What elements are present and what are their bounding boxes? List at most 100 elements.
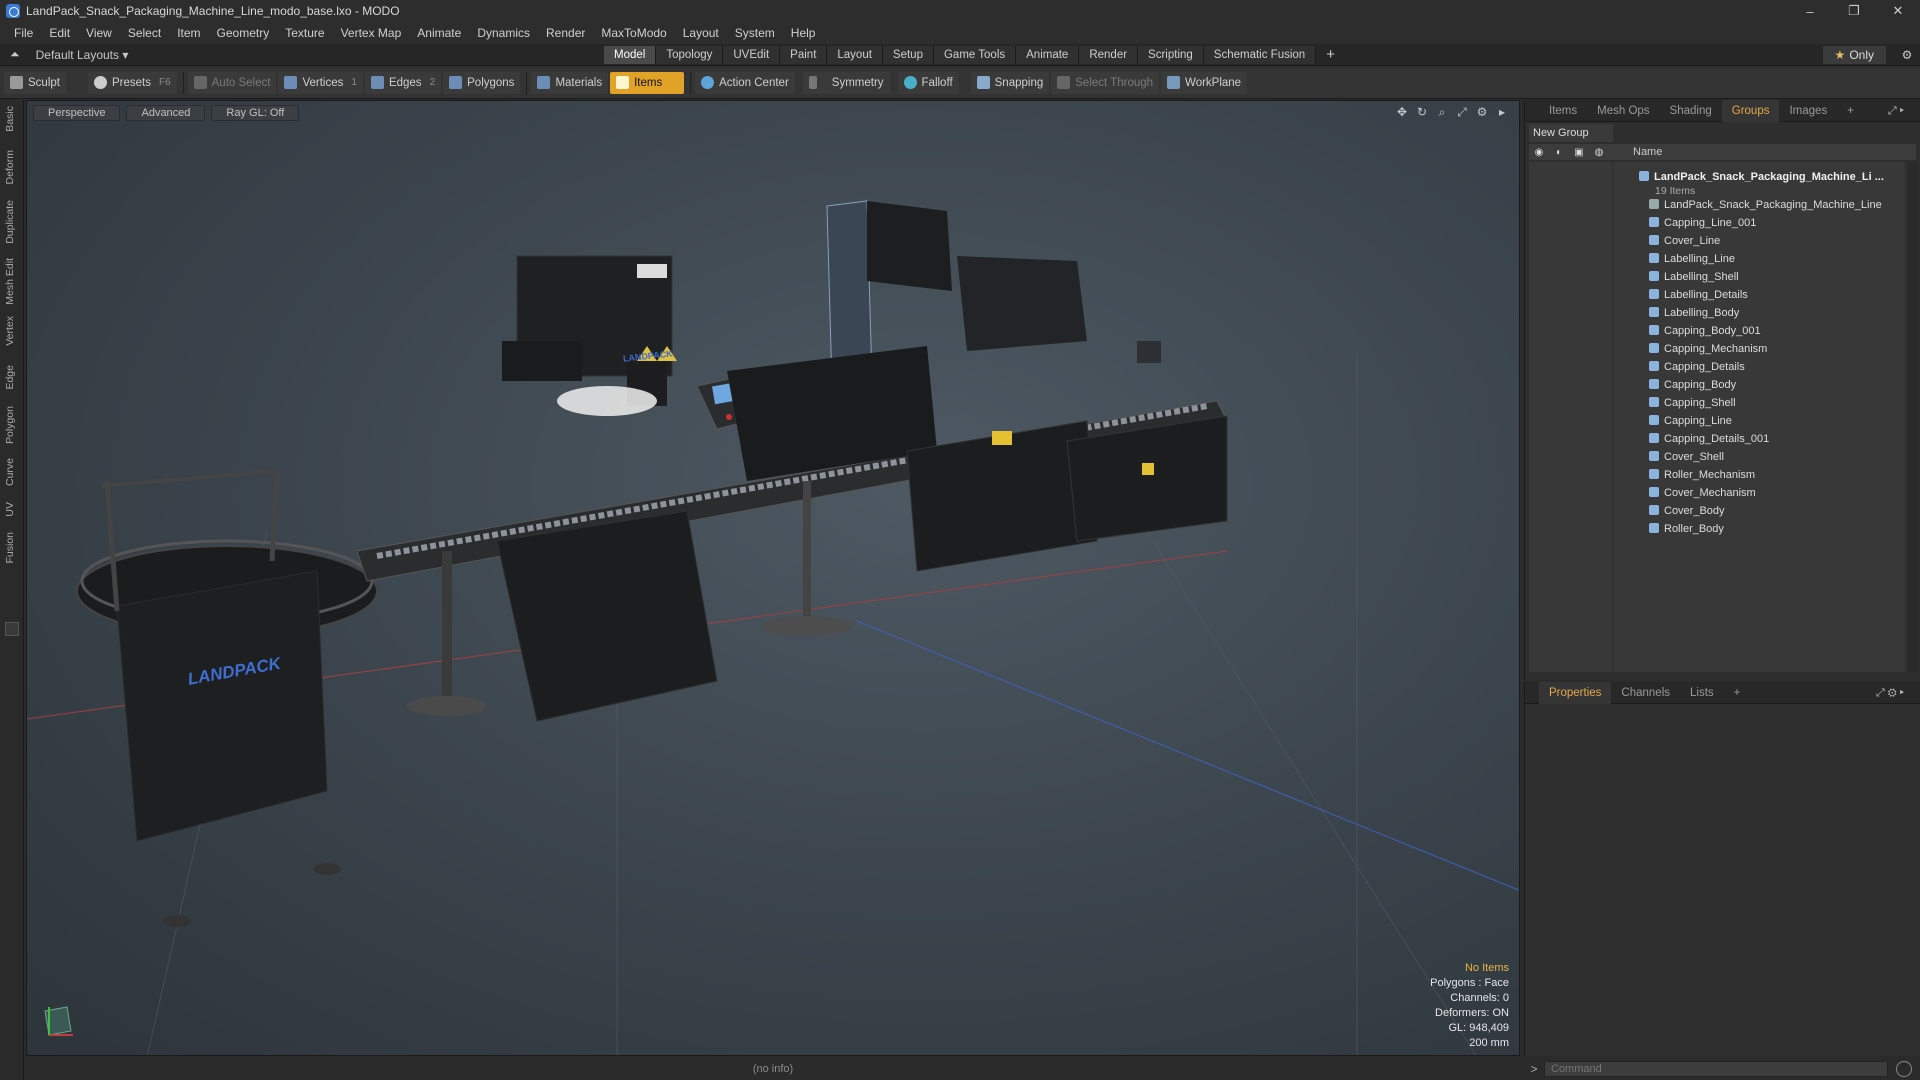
tab-render[interactable]: Render [1079, 46, 1139, 64]
tree-scrollbar[interactable] [1908, 162, 1918, 672]
snapping-button[interactable]: Snapping [970, 71, 1050, 94]
tab-animate[interactable]: Animate [1016, 46, 1080, 64]
3d-viewport[interactable]: Perspective Advanced Ray GL: Off ✥ ↻ ⌕ ⤢… [26, 100, 1520, 1056]
menu-edit[interactable]: Edit [41, 26, 78, 40]
tab-lists[interactable]: Lists [1680, 682, 1724, 704]
tab-layout[interactable]: Layout [827, 46, 883, 64]
tree-item[interactable]: Capping_Mechanism [1649, 340, 1767, 358]
tree-item[interactable]: Roller_Mechanism [1649, 466, 1755, 484]
tab-shading[interactable]: Shading [1660, 100, 1722, 122]
menu-select[interactable]: Select [120, 26, 169, 40]
select-through-button[interactable]: Select Through [1051, 71, 1160, 94]
falloff-button[interactable]: Falloff [897, 71, 959, 94]
tree-item[interactable]: Labelling_Line [1649, 250, 1735, 268]
tree-item[interactable]: Cover_Body [1649, 502, 1725, 520]
rotate-icon[interactable]: ↻ [1415, 105, 1429, 119]
tree-item[interactable]: LandPack_Snack_Packaging_Machine_Line [1649, 196, 1882, 214]
lefttab-duplicate[interactable]: Duplicate [4, 200, 16, 244]
tab-model[interactable]: Model [604, 46, 657, 64]
tab-schematic-fusion[interactable]: Schematic Fusion [1203, 46, 1317, 64]
tree-item[interactable]: Capping_Line_001 [1649, 214, 1756, 232]
fit-icon[interactable]: ⤢ [1455, 105, 1469, 119]
tab-uvedit[interactable]: UVEdit [723, 46, 781, 64]
menu-layout[interactable]: Layout [675, 26, 727, 40]
workplane-button[interactable]: WorkPlane [1161, 71, 1248, 94]
menu-texture[interactable]: Texture [277, 26, 332, 40]
layout-up-icon[interactable]: ⏶ [10, 47, 20, 62]
tab-scripting[interactable]: Scripting [1138, 46, 1204, 64]
tree-item[interactable]: Labelling_Details [1649, 286, 1748, 304]
tree-item[interactable]: Capping_Line [1649, 412, 1732, 430]
command-input[interactable] [1544, 1061, 1888, 1077]
props-expand-icon[interactable]: ⤢ ⚙ ▸ [1866, 682, 1914, 704]
tab-images[interactable]: Images [1779, 100, 1837, 122]
symmetry-button[interactable]: Symmetry [802, 71, 890, 94]
tree-item[interactable]: Cover_Mechanism [1649, 484, 1756, 502]
menu-file[interactable]: File [6, 26, 41, 40]
tab-topology[interactable]: Topology [656, 46, 724, 64]
lefttab-curve[interactable]: Curve [4, 458, 16, 486]
command-history-icon[interactable] [1896, 1061, 1912, 1077]
add-tab-button[interactable]: + [1316, 46, 1345, 64]
tab-channels[interactable]: Channels [1611, 682, 1680, 704]
tab-groups[interactable]: Groups [1721, 99, 1780, 122]
tree-item[interactable]: Cover_Shell [1649, 448, 1724, 466]
menu-dynamics[interactable]: Dynamics [469, 26, 538, 40]
lefttab-deform[interactable]: Deform [4, 150, 16, 184]
eye-icon[interactable]: ◉ [1529, 147, 1549, 158]
tab-paint[interactable]: Paint [780, 46, 828, 64]
vertices-button[interactable]: Vertices 1 [278, 71, 363, 94]
viewport-arrow-icon[interactable]: ▸ [1495, 105, 1509, 119]
polygons-button[interactable]: Polygons [443, 71, 521, 94]
tab-game-tools[interactable]: Game Tools [933, 46, 1017, 64]
lefttab-mesh-edit[interactable]: Mesh Edit [4, 258, 16, 305]
tree-item[interactable]: Capping_Body_001 [1649, 322, 1761, 340]
gear-icon[interactable]: ⚙ [1894, 48, 1920, 62]
menu-vertex-map[interactable]: Vertex Map [333, 26, 410, 40]
close-button[interactable]: ✕ [1876, 0, 1920, 22]
render-icon[interactable]: ◐ [1549, 147, 1569, 158]
tab-setup[interactable]: Setup [882, 46, 934, 64]
minimize-button[interactable]: – [1788, 0, 1832, 22]
pan-icon[interactable]: ✥ [1395, 105, 1409, 119]
perspective-button[interactable]: Perspective [33, 105, 121, 121]
menu-animate[interactable]: Animate [409, 26, 469, 40]
tree-item[interactable]: Cover_Line [1649, 232, 1720, 250]
tree-item[interactable]: Labelling_Body [1649, 304, 1739, 322]
advanced-button[interactable]: Advanced [126, 105, 206, 121]
raygl-button[interactable]: Ray GL: Off [211, 105, 300, 121]
only-toggle[interactable]: ★ Only [1822, 46, 1886, 64]
add-props-tab-button[interactable]: + [1724, 682, 1751, 704]
tree-item[interactable]: Labelling_Shell [1649, 268, 1739, 286]
tab-properties[interactable]: Properties [1539, 681, 1612, 704]
menu-geometry[interactable]: Geometry [209, 26, 278, 40]
panel-expand-icon[interactable]: ⤢ ▸ [1878, 100, 1914, 122]
materials-button[interactable]: Materials [531, 71, 609, 94]
lefttab-fusion[interactable]: Fusion [4, 532, 16, 564]
edges-button[interactable]: Edges 2 [364, 71, 442, 94]
new-group-button[interactable]: New Group [1529, 124, 1613, 142]
menu-system[interactable]: System [727, 26, 783, 40]
tree-item[interactable]: Capping_Shell [1649, 394, 1736, 412]
viewport-settings-icon[interactable]: ⚙ [1475, 105, 1489, 119]
lefttab-uv[interactable]: UV [4, 502, 16, 517]
menu-maxtomodo[interactable]: MaxToModo [593, 26, 674, 40]
expand-toolbox-button[interactable] [5, 622, 19, 636]
auto-select-button[interactable]: Auto Select [187, 71, 277, 94]
menu-help[interactable]: Help [783, 26, 824, 40]
lefttab-basic[interactable]: Basic [4, 106, 16, 132]
action-center-button[interactable]: Action Center [695, 71, 795, 94]
tree-item[interactable]: Capping_Details_001 [1649, 430, 1769, 448]
tree-item[interactable]: Capping_Details [1649, 358, 1745, 376]
zoom-icon[interactable]: ⌕ [1435, 105, 1449, 119]
menu-view[interactable]: View [78, 26, 120, 40]
menu-render[interactable]: Render [538, 26, 593, 40]
maximize-button[interactable]: ❐ [1832, 0, 1876, 22]
add-panel-tab-button[interactable]: + [1837, 100, 1864, 122]
select-icon[interactable]: ◍ [1589, 147, 1609, 158]
tree-item[interactable]: Roller_Body [1649, 520, 1724, 538]
lefttab-vertex[interactable]: Vertex [4, 316, 16, 346]
lefttab-edge[interactable]: Edge [4, 365, 16, 390]
lock-icon[interactable]: ▣ [1569, 147, 1589, 158]
tree-item[interactable]: Capping_Body [1649, 376, 1736, 394]
